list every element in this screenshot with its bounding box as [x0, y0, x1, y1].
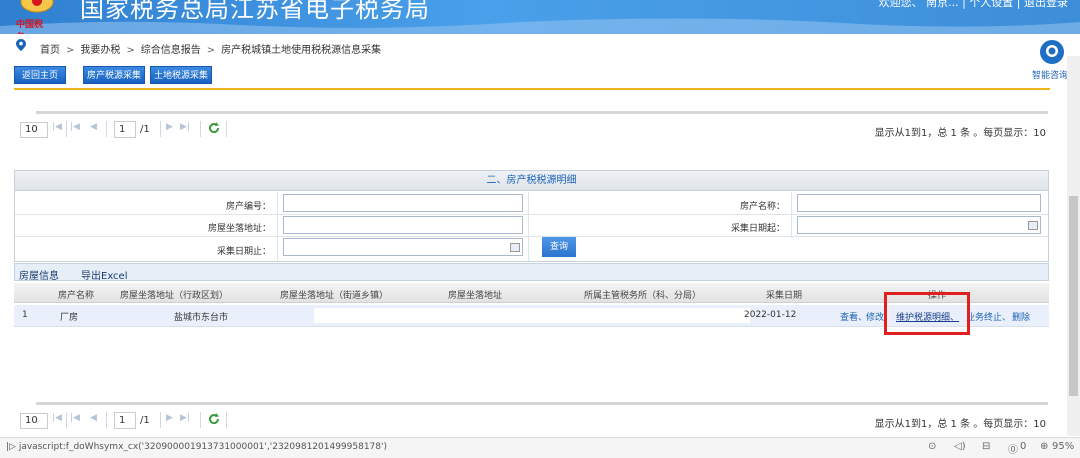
zoom-level[interactable]: 95%: [1052, 441, 1074, 452]
address-label: 房屋坐落地址：: [207, 224, 271, 234]
breadcrumb: 首页 > 我要办税 > 综合信息报告 > 房产税城镇土地使用税税源信息采集: [0, 38, 1020, 56]
last-page-icon[interactable]: ▶|: [180, 122, 190, 132]
shield-icon[interactable]: ⊙: [928, 441, 936, 452]
chat-assistant-icon: [1040, 40, 1064, 64]
header-user-links[interactable]: 欢迎您、 南京... | 个人设置 | 退出登录: [879, 0, 1068, 10]
column-header[interactable]: 房产名称: [58, 288, 94, 301]
cell-collect-date: 2022-01-12: [744, 310, 797, 320]
terminate-business-link[interactable]: 业务终止、: [966, 310, 1011, 323]
breadcrumb-current: 房产税城镇土地使用税税源信息采集: [221, 45, 382, 56]
vertical-scrollbar[interactable]: [1067, 56, 1080, 436]
column-header[interactable]: 房屋坐落地址（行政区划）: [120, 288, 228, 301]
next-page-icon[interactable]: ▶: [166, 122, 173, 132]
status-icons: ⊙ ◁) ⊟ ⓪ 0 ⊕ 95%: [920, 441, 1080, 456]
pager-info: 显示从1到1，总 1 条 。每页显示：10: [874, 128, 1046, 139]
pager-info: 显示从1到1，总 1 条 。每页显示：10: [874, 419, 1046, 430]
refresh-icon[interactable]: [208, 122, 220, 134]
calendar-icon[interactable]: [510, 243, 520, 252]
view-link[interactable]: 查看、: [840, 310, 867, 323]
last-page-icon[interactable]: ▶|: [180, 413, 190, 423]
breadcrumb-separator: >: [126, 45, 135, 56]
download-icon[interactable]: ⓪: [1008, 441, 1018, 456]
page-size-select[interactable]: 10: [20, 413, 48, 429]
tax-logo: 中国税务: [16, 20, 44, 34]
first-page-icon[interactable]: |◀: [70, 122, 80, 132]
form-title: 二、房产税税源明细: [15, 171, 1048, 191]
breadcrumb-home[interactable]: 首页: [40, 45, 60, 56]
page-total: /1: [140, 415, 150, 426]
print-icon[interactable]: ⊟: [982, 441, 990, 452]
address-input[interactable]: [283, 216, 523, 234]
location-pin-icon: [16, 39, 26, 51]
property-name-input[interactable]: [797, 194, 1041, 212]
first-page-icon[interactable]: |◀: [70, 413, 80, 423]
status-url-text: javascript:f_doWhsymx_cx('32090000191373…: [18, 442, 387, 452]
prev-page-icon[interactable]: ◀: [90, 413, 97, 423]
collect-start-input[interactable]: [797, 216, 1041, 234]
breadcrumb-separator: >: [206, 45, 216, 56]
property-tax-detail-form: 二、房产税税源明细 房产编号： 房产名称： 房屋坐落地址： 采集日期起： 采集日…: [14, 170, 1049, 262]
grid-toolbar: 房屋信息 导出Excel: [14, 263, 1049, 282]
breadcrumb-info-report[interactable]: 综合信息报告: [141, 45, 201, 56]
column-header[interactable]: 房屋坐落地址（街道乡镇）: [280, 288, 388, 301]
row-index: 1: [22, 310, 28, 320]
prev-page-icon[interactable]: ◀: [90, 122, 97, 132]
collect-end-input[interactable]: [283, 238, 523, 256]
horizontal-scrollbar[interactable]: [36, 402, 1048, 405]
breadcrumb-tax-service[interactable]: 我要办税: [80, 45, 120, 56]
collect-end-label: 采集日期止：: [216, 247, 271, 257]
next-page-icon[interactable]: ▶: [166, 413, 173, 423]
horizontal-scrollbar[interactable]: [36, 111, 1048, 114]
land-tax-source-button[interactable]: 土地税源采集: [150, 66, 212, 84]
column-header[interactable]: 采集日期: [766, 288, 802, 301]
calendar-icon[interactable]: [1028, 221, 1038, 230]
cell-property-name: 厂房: [60, 313, 79, 323]
column-header[interactable]: 所属主管税务所（科、分局）: [584, 288, 701, 301]
back-home-button[interactable]: 返回主页: [14, 66, 66, 84]
divider: [14, 88, 1050, 90]
page-total: /1: [140, 124, 150, 135]
speaker-icon[interactable]: ◁): [954, 441, 966, 452]
smart-consult-button[interactable]: 智能咨询: [1028, 38, 1072, 84]
status-url: |▷ javascript:f_doWhsymx_cx('32090000191…: [6, 442, 387, 452]
pager-bottom: 10 |◀ |◀ ◀ 1 /1 ▶ ▶| 显示从1到1，总 1 条 。每页显示：…: [14, 409, 1050, 431]
cell-district: 盐城市东台市: [174, 313, 229, 323]
download-count: 0: [1020, 441, 1027, 452]
refresh-icon[interactable]: [208, 413, 220, 425]
property-tax-source-button[interactable]: 房产税源采集: [83, 66, 145, 84]
smart-consult-label: 智能咨询: [1031, 71, 1068, 81]
page-size-select[interactable]: 10: [20, 122, 48, 138]
page-number-input[interactable]: 1: [114, 412, 136, 429]
tax-emblem-icon: [20, 0, 54, 13]
collect-start-label: 采集日期起：: [730, 224, 785, 234]
property-name-label: 房产名称：: [739, 202, 785, 212]
first-page-icon[interactable]: |◀: [52, 122, 62, 132]
query-button[interactable]: 查询: [542, 237, 576, 257]
delete-link[interactable]: 删除: [1012, 310, 1030, 323]
browser-status-bar: |▷ javascript:f_doWhsymx_cx('32090000191…: [0, 437, 1080, 458]
site-header: 国家税务总局江苏省电子税务局 中国税务 欢迎您、 南京... | 个人设置 | …: [0, 0, 1080, 34]
breadcrumb-separator: >: [66, 45, 75, 56]
house-info-tab[interactable]: 房屋信息: [19, 267, 59, 282]
site-title: 国家税务总局江苏省电子税务局: [80, 0, 430, 23]
scroll-thumb[interactable]: [1069, 196, 1078, 396]
redacted-cell: [314, 308, 750, 323]
zoom-icon[interactable]: ⊕: [1040, 441, 1048, 452]
property-no-input[interactable]: [283, 194, 523, 212]
export-excel-button[interactable]: 导出Excel: [81, 267, 128, 282]
highlight-annotation: [884, 292, 970, 335]
column-header[interactable]: 房屋坐落地址: [448, 288, 502, 301]
page-number-input[interactable]: 1: [114, 121, 136, 138]
property-no-label: 房产编号：: [225, 202, 271, 212]
pager-top: 10 |◀ |◀ ◀ 1 /1 ▶ ▶| 显示从1到1，总 1 条 。每页显示：…: [14, 118, 1050, 140]
first-page-icon[interactable]: |◀: [52, 413, 62, 423]
